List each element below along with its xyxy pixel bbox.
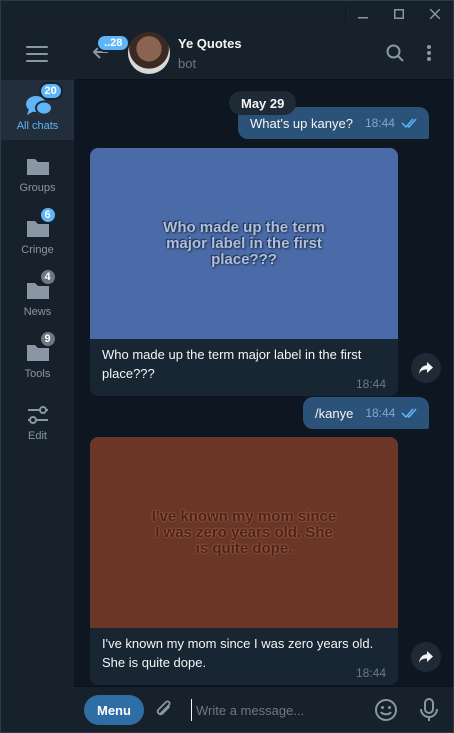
more-vertical-icon[interactable]: [426, 44, 432, 62]
folder-news[interactable]: 4 News: [1, 266, 74, 326]
emoji-icon[interactable]: [374, 698, 398, 722]
read-checks-icon: [401, 408, 417, 418]
search-icon[interactable]: [386, 44, 404, 62]
forward-button[interactable]: [411, 642, 441, 672]
folder-sidebar: 20 All chats Groups 6 Cringe 4 News 9 To…: [1, 26, 74, 732]
folder-badge: 20: [38, 82, 63, 100]
chat-subtitle: bot: [178, 56, 197, 71]
folder-tools[interactable]: 9 Tools: [1, 328, 74, 388]
folder-edit[interactable]: Edit: [1, 390, 74, 450]
outgoing-message[interactable]: /kanye 18:44: [303, 397, 430, 429]
folder-label: All chats: [16, 120, 59, 132]
maximize-icon: [394, 8, 404, 19]
folder-all-chats[interactable]: 20 All chats: [1, 80, 74, 140]
hamburger-menu-icon[interactable]: [26, 46, 48, 62]
close-icon: [430, 8, 440, 19]
folder-label: News: [23, 306, 52, 318]
message-text: What's up kanye?: [250, 115, 353, 131]
telegram-window: 20 All chats Groups 6 Cringe 4 News 9 To…: [0, 0, 454, 733]
chat-header: ..28 Ye Quotes bot: [74, 26, 453, 80]
forward-button[interactable]: [411, 353, 441, 383]
folder-badge: 4: [38, 268, 57, 286]
forward-arrow-icon: [419, 651, 433, 663]
message-list[interactable]: What's up kanye? 18:44 May 29 Who made u…: [74, 81, 453, 686]
folder-label: Groups: [19, 182, 56, 194]
incoming-message[interactable]: I've known my mom since I was zero years…: [90, 437, 398, 685]
folder-badge: 6: [38, 206, 57, 224]
message-time: 18:44: [365, 406, 396, 420]
folder-cringe[interactable]: 6 Cringe: [1, 204, 74, 264]
minimize-icon: [358, 16, 368, 18]
maximize-button[interactable]: [381, 1, 417, 26]
folder-icon: [26, 159, 49, 175]
message-time: 18:44: [364, 116, 395, 130]
sliders-icon: [27, 406, 48, 424]
folder-label: Tools: [24, 368, 51, 380]
folder-label: Edit: [28, 430, 47, 442]
avatar[interactable]: [128, 32, 170, 74]
microphone-icon[interactable]: [419, 698, 439, 722]
folder-badge: 9: [38, 330, 57, 348]
forward-arrow-icon: [419, 362, 433, 374]
unread-badge: ..28: [96, 34, 131, 52]
quote-image[interactable]: Who made up the term major label in the …: [90, 148, 398, 339]
message-composer: Menu: [74, 686, 453, 732]
folder-groups[interactable]: Groups: [1, 142, 74, 202]
quote-image[interactable]: I've known my mom since I was zero years…: [90, 437, 398, 628]
chat-title[interactable]: Ye Quotes: [178, 36, 242, 51]
folder-label: Cringe: [21, 244, 54, 256]
title-bar: [1, 1, 453, 26]
close-button[interactable]: [417, 1, 453, 26]
message-input[interactable]: [191, 699, 371, 721]
bot-menu-button[interactable]: Menu: [84, 695, 144, 725]
date-chip: May 29: [229, 91, 297, 115]
read-checks-icon: [401, 118, 417, 128]
incoming-message[interactable]: Who made up the term major label in the …: [90, 148, 398, 396]
minimize-button[interactable]: [345, 1, 381, 26]
message-text: /kanye: [315, 405, 354, 421]
paperclip-icon[interactable]: [154, 699, 174, 721]
